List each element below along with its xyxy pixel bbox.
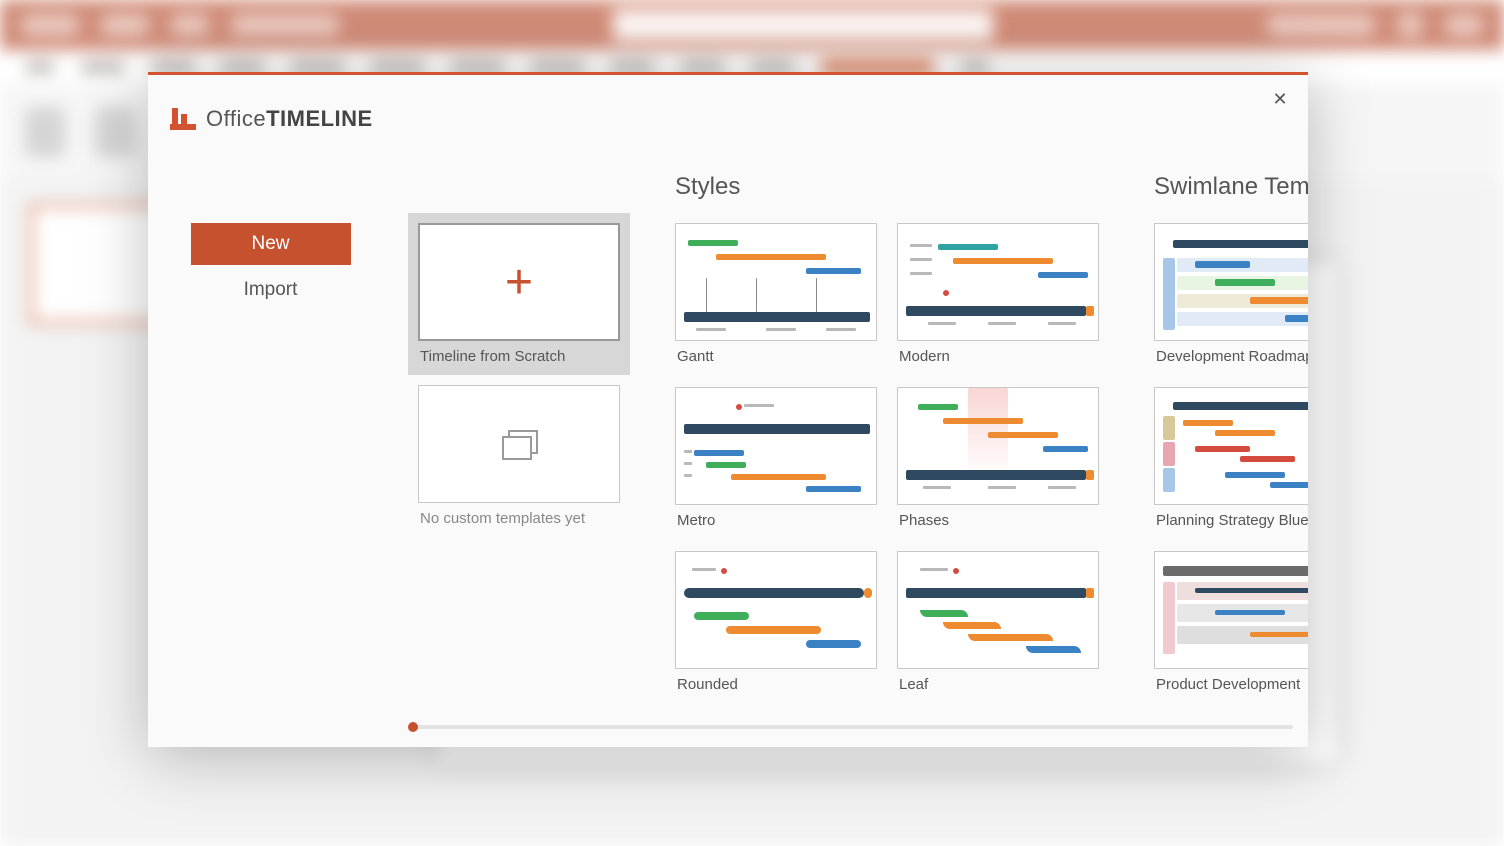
template-product-development[interactable]: Product Development [1154, 551, 1308, 693]
template-planning-strategy-blue[interactable]: Planning Strategy Blue [1154, 387, 1308, 529]
template-label: Planning Strategy Blue [1154, 505, 1308, 529]
template-metro[interactable]: Metro [675, 387, 877, 529]
template-label: Product Development [1154, 669, 1308, 693]
template-timeline-from-scratch[interactable]: + Timeline from Scratch [408, 213, 630, 375]
template-rounded[interactable]: Rounded [675, 551, 877, 693]
template-label: Rounded [675, 669, 877, 693]
import-button[interactable]: Import [244, 279, 298, 301]
template-gallery: Styles + Timeline from Scratch No custom… [393, 163, 1308, 747]
scratch-column: Styles + Timeline from Scratch No custom… [418, 163, 620, 747]
scrollbar-thumb[interactable] [408, 722, 418, 732]
template-label: Metro [675, 505, 877, 529]
office-timeline-modal: ✕ OfficeTIMELINE New Import Styles + [148, 72, 1308, 747]
template-phases[interactable]: Phases [897, 387, 1099, 529]
empty-templates-icon [502, 430, 536, 458]
pp-search-box [613, 9, 993, 41]
template-modern[interactable]: Modern [897, 223, 1099, 365]
template-gantt[interactable]: Gantt [675, 223, 877, 365]
template-label: Leaf [897, 669, 1099, 693]
template-leaf[interactable]: Leaf [897, 551, 1099, 693]
pp-title-bar [0, 0, 1504, 50]
plus-icon: + [505, 255, 533, 310]
template-label: Timeline from Scratch [418, 341, 620, 365]
new-button[interactable]: New [191, 223, 351, 265]
template-label: Phases [897, 505, 1099, 529]
template-label: Development Roadmap [1154, 341, 1308, 365]
modal-header: OfficeTIMELINE [148, 75, 1308, 163]
template-label: Modern [897, 341, 1099, 365]
brand-logo: OfficeTIMELINE [170, 106, 373, 132]
template-development-roadmap[interactable]: Development Roadmap [1154, 223, 1308, 365]
close-button[interactable]: ✕ [1270, 89, 1290, 109]
template-label: No custom templates yet [418, 503, 620, 527]
brand-icon [170, 106, 196, 132]
brand-text: OfficeTIMELINE [206, 106, 373, 132]
modal-sidebar: New Import [148, 163, 393, 747]
styles-title: Styles [675, 173, 1099, 201]
styles-column: Styles [675, 163, 1099, 747]
gallery-horizontal-scrollbar[interactable] [408, 725, 1293, 729]
template-no-custom[interactable]: No custom templates yet [418, 385, 620, 527]
close-icon: ✕ [1272, 89, 1287, 109]
swimlane-column: Swimlane Templates [1154, 163, 1308, 747]
template-label: Gantt [675, 341, 877, 365]
swimlane-title: Swimlane Templates [1154, 173, 1308, 201]
